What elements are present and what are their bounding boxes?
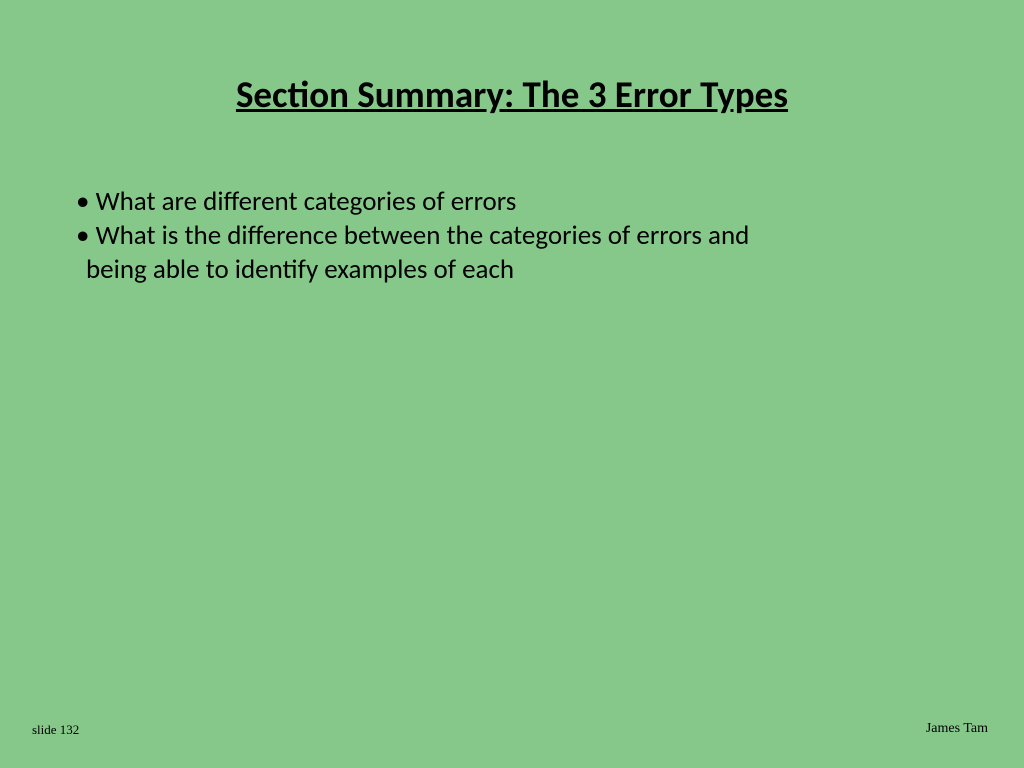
author-name: James Tam (926, 721, 988, 737)
bullet-item: What is the difference between the categ… (74, 219, 950, 253)
slide-title: Section Summary: The 3 Error Types (0, 0, 1024, 145)
bullet-continuation: being able to identify examples of each (74, 253, 950, 287)
slide-number: slide 132 (32, 722, 79, 738)
slide-content: What are different categories of errors … (0, 145, 1024, 286)
bullet-item: What are different categories of errors (74, 185, 950, 219)
